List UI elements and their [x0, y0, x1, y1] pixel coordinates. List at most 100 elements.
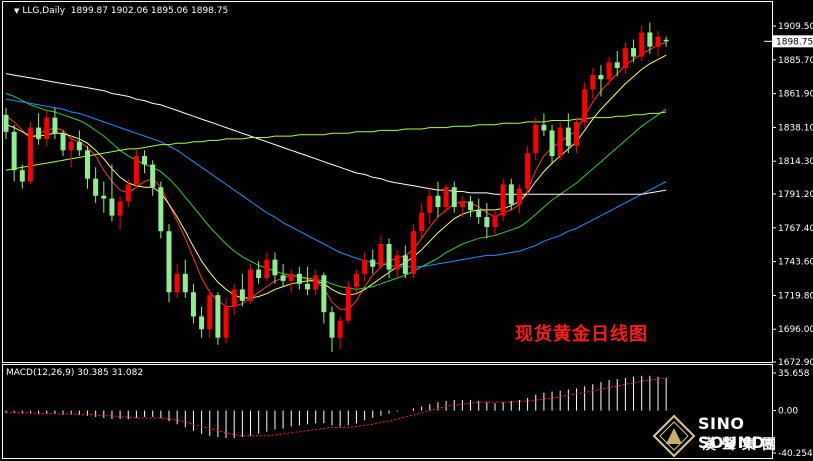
candle	[125, 178, 131, 208]
candle-body	[85, 150, 90, 179]
candle	[174, 263, 180, 298]
candle	[663, 36, 669, 47]
candle-body	[411, 231, 416, 274]
logo-diamond-icon	[652, 414, 696, 458]
candle-body	[272, 259, 278, 276]
candle-body	[598, 75, 604, 80]
price-tick-label: 1672.90	[778, 358, 813, 368]
candle	[93, 167, 99, 203]
candle	[598, 65, 604, 97]
candle-body	[19, 170, 25, 182]
candle	[541, 113, 547, 137]
dropdown-arrow-icon[interactable]: ▼	[14, 7, 19, 15]
candle	[574, 117, 579, 154]
candle-body	[345, 286, 351, 321]
candle-body	[655, 36, 661, 47]
macd-signal-polyline	[6, 377, 667, 437]
candle	[370, 249, 376, 274]
candle-body	[60, 133, 66, 151]
price-tick-label: 1885.70	[778, 56, 813, 66]
candle	[484, 202, 490, 239]
price-tick-label: 1696.00	[778, 325, 813, 335]
candle	[231, 283, 237, 316]
candle	[345, 280, 351, 324]
candle-body	[182, 273, 188, 293]
candle	[590, 67, 596, 100]
candle-body	[11, 131, 17, 171]
candle-body	[68, 141, 74, 151]
candle-body	[27, 127, 33, 182]
candle-body	[215, 295, 221, 338]
ma-line-ma_green	[5, 93, 667, 290]
candle-body	[329, 312, 335, 338]
candle-body	[557, 127, 563, 156]
candle	[133, 150, 139, 188]
candle	[11, 124, 17, 182]
candle	[655, 31, 661, 57]
candle-body	[574, 121, 579, 147]
macd-histogram	[5, 375, 667, 438]
candle-body	[223, 306, 229, 338]
candle-body	[101, 195, 107, 199]
candle-body	[93, 178, 99, 196]
candle	[622, 42, 628, 74]
candle	[288, 269, 294, 293]
price-tick-label: 1719.80	[778, 291, 813, 301]
candle	[109, 164, 115, 222]
symbol-label: LLG,Daily	[22, 6, 66, 16]
candle	[639, 25, 645, 61]
candle	[427, 188, 433, 225]
candle	[386, 238, 392, 279]
candle	[44, 110, 50, 147]
candle-body	[239, 289, 245, 301]
moving-average-lines	[5, 41, 667, 310]
candle	[525, 146, 531, 196]
ohlc-values: 1899.87 1902.06 1895.06 1898.75	[70, 6, 229, 16]
candle-body	[631, 48, 637, 57]
candle	[378, 235, 384, 270]
candle-body	[142, 155, 148, 165]
candle-body	[44, 117, 50, 139]
logo-text-cn: 漢聲集團	[702, 437, 782, 453]
candle	[451, 181, 457, 213]
candle-body	[451, 187, 457, 208]
candle	[394, 249, 400, 279]
candle-body	[370, 259, 376, 267]
company-logo: SINO SOUND 漢聲集團	[650, 412, 813, 461]
candle-body	[231, 289, 237, 307]
candle-body	[125, 184, 131, 202]
candle	[500, 178, 506, 222]
candle-body	[622, 48, 628, 68]
candle-body	[313, 275, 319, 290]
chart-overlay-label: 现货黄金日线图	[515, 324, 648, 345]
candle-body	[394, 255, 400, 270]
candle-body	[362, 259, 368, 274]
candle	[248, 263, 253, 304]
candle-body	[52, 117, 58, 134]
candle-body	[402, 255, 408, 274]
candle-body	[565, 127, 571, 147]
candle	[362, 252, 368, 281]
candle	[582, 82, 588, 128]
candle	[142, 150, 148, 174]
candle-body	[199, 316, 205, 330]
candle-body	[117, 201, 123, 216]
candle	[468, 195, 474, 218]
candle-body	[76, 141, 82, 151]
candle-body	[525, 153, 531, 189]
candle-body	[353, 273, 359, 287]
candle-body	[663, 39, 669, 42]
price-axis: 1909.50 1885.70 1861.90 1838.10 1814.30 1791.…	[764, 22, 813, 368]
candle-body	[296, 273, 302, 284]
candle	[402, 245, 408, 279]
candle-body	[516, 188, 522, 205]
candle-body	[549, 130, 555, 156]
candle	[264, 252, 270, 281]
macd-tick-label: 35.658	[778, 369, 810, 379]
price-chart[interactable]: 1909.50 1885.70 1861.90 1838.10 1814.30 1791.…	[0, 0, 813, 461]
candle-body	[541, 124, 547, 131]
candle	[101, 181, 107, 213]
price-tick-label: 1909.50	[778, 22, 813, 32]
candle	[272, 252, 278, 284]
candle	[435, 181, 441, 218]
